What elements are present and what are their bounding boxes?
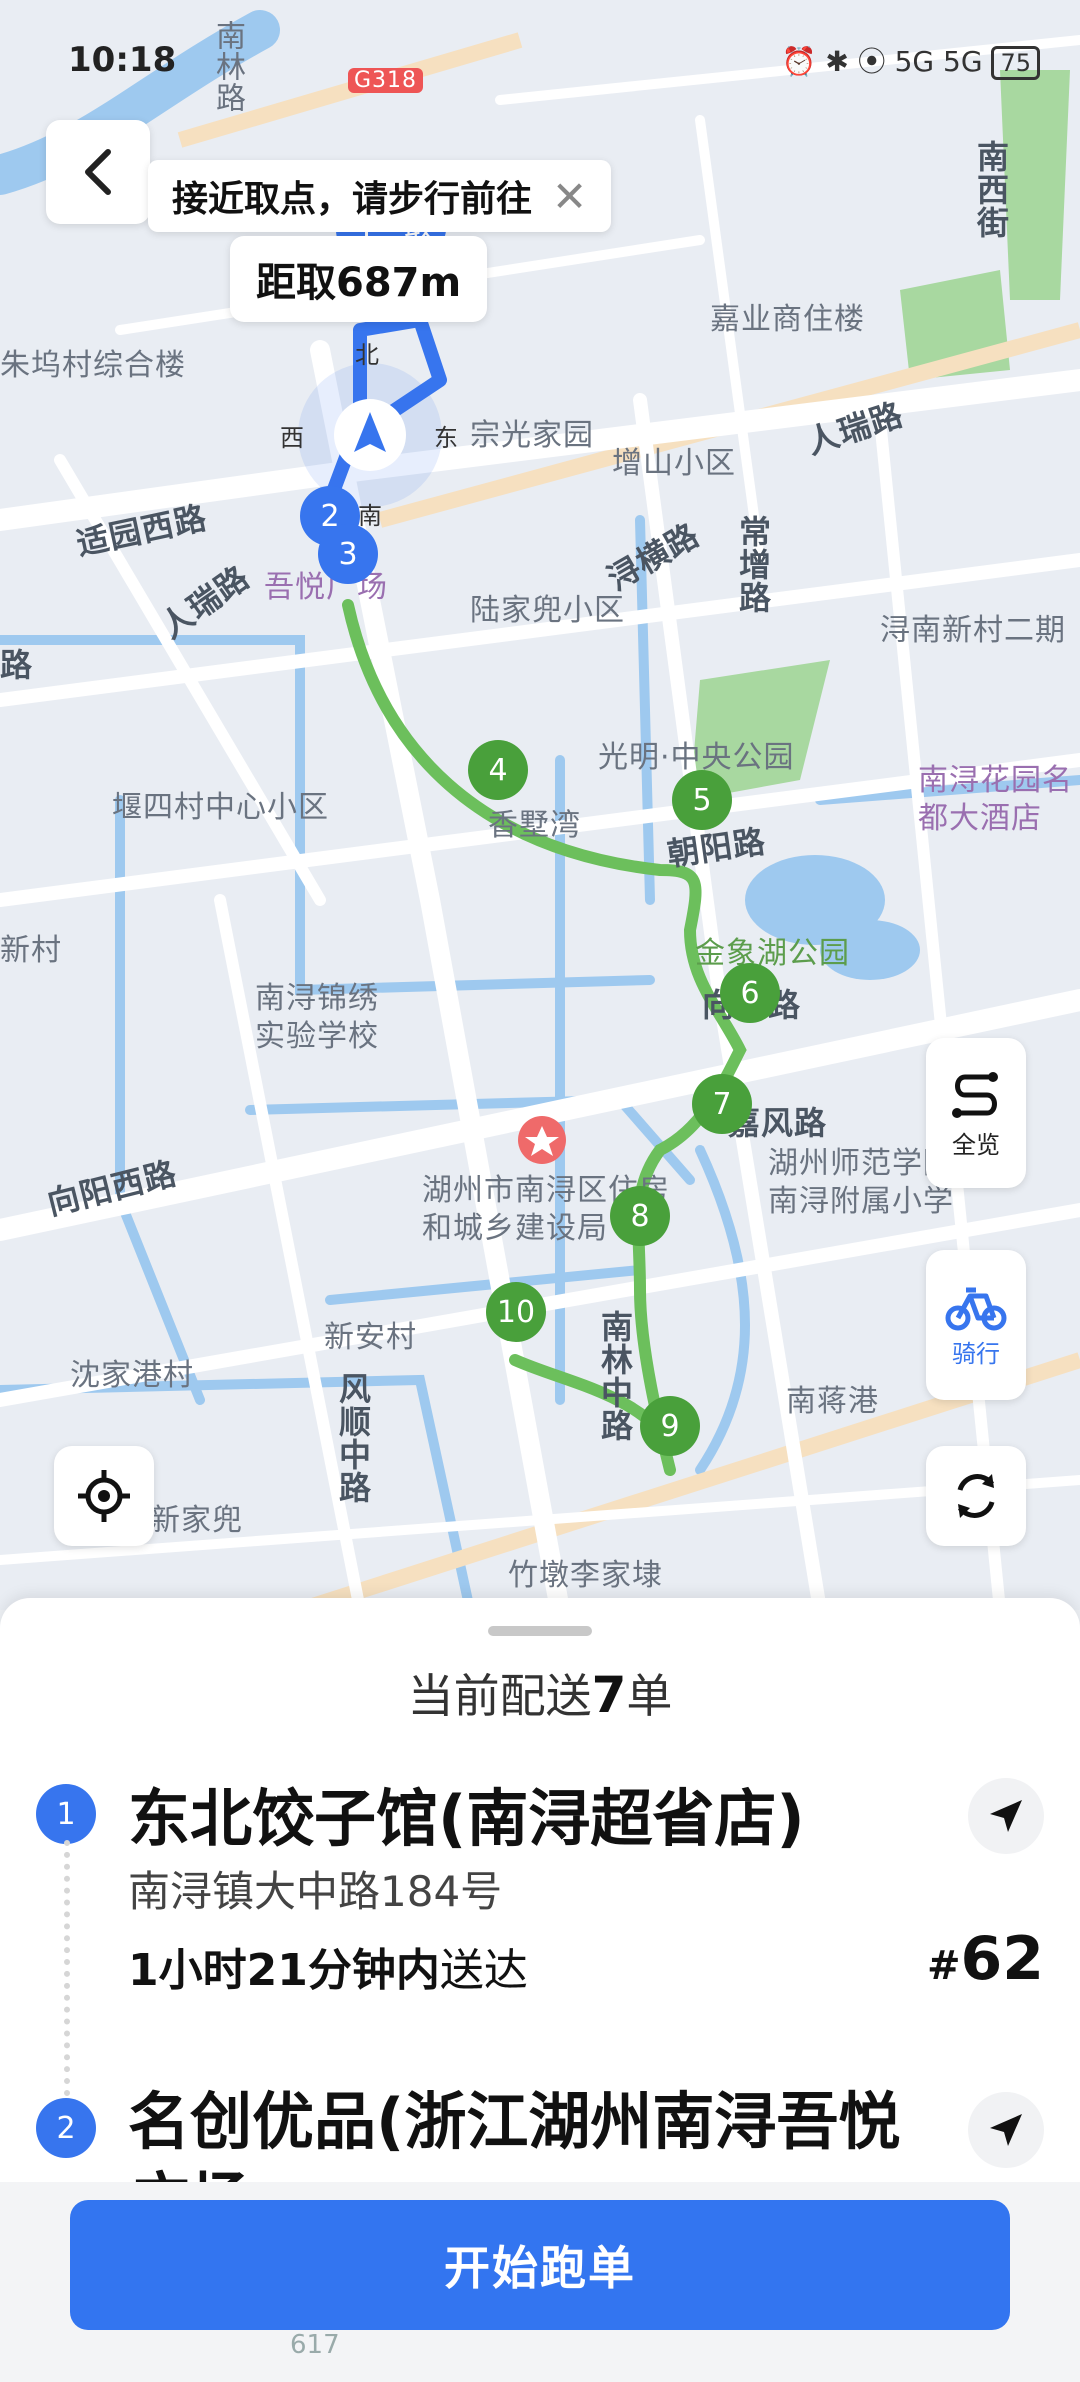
label-shenjiagang: 沈家港村 [70,1358,194,1393]
marker-10[interactable]: 10 [486,1282,546,1342]
label-nanxun-hotel: 南浔花园名都大酒店 [918,763,1073,836]
label-yansi: 堰四村中心小区 [112,790,329,825]
order-deadline: 1小时21分钟内送达 [128,1934,528,1998]
label-lu: 路 [0,646,34,684]
back-button[interactable] [46,120,150,224]
title-prefix: 当前配送 [407,1669,592,1723]
label-lujiadou: 陆家兜小区 [470,593,625,628]
compass-south: 南 [358,502,383,530]
ride-mode-button[interactable]: 骑行 [926,1250,1026,1400]
route-overview-icon [952,1071,998,1118]
label-zengshan: 增山小区 [612,446,736,481]
proximity-hint: 接近取点，请步行前往 ✕ [148,160,612,232]
refresh-icon [957,1474,995,1518]
overview-label: 全览 [952,1130,1000,1159]
sheet-title: 当前配送7单 [0,1660,1080,1726]
label-xinjiadou: 新家兜 [150,1503,243,1538]
label-xunnan-village: 浔南新村二期 [880,613,1066,648]
sheet-drag-handle[interactable] [488,1626,592,1636]
bluetooth-icon: ✱ [825,45,849,78]
location-icon: ⦿ [857,45,886,78]
overview-button[interactable]: 全览 [926,1038,1026,1188]
navigate-arrow-icon [990,1800,1022,1832]
label-zongguang: 宗光家园 [470,418,594,453]
bike-icon [945,1287,1007,1330]
status-time: 10:18 [68,40,177,80]
order-code: #62 [927,1924,1044,1994]
marker-3[interactable]: 3 [318,524,378,584]
title-count: 7 [591,1666,627,1724]
order-address: 南浔镇大中路184号 [128,1867,503,1916]
navigate-arrow-icon [990,2114,1022,2146]
status-bar: 10:18 ⏰ ✱ ⦿ 5G 5G 75 [0,0,1080,120]
hint-text: 接近取点，请步行前往 [172,179,533,220]
label-xiangshuwan: 香墅湾 [488,808,581,843]
status-icons: ⏰ ✱ ⦿ 5G 5G 75 [782,40,1040,80]
label-zhudun: 竹墩李家埭 [508,1558,663,1593]
label-jiayeshang: 嘉业商住楼 [710,302,865,337]
label-zhujiawu: 朱坞村综合楼 [0,348,186,383]
navigate-button[interactable] [968,1778,1044,1854]
locate-icon [78,1470,130,1522]
signal-icon: 5G 5G [894,45,983,78]
marker-4[interactable]: 4 [468,740,528,800]
navigate-button[interactable] [968,2092,1044,2168]
marker-5[interactable]: 5 [672,770,732,830]
marker-8[interactable]: 8 [610,1186,670,1246]
label-jinxianghu: 金象湖公园 [695,936,850,971]
code-hash: # [926,1943,961,1989]
alarm-icon: ⏰ [781,45,817,78]
refresh-button[interactable] [926,1446,1026,1546]
marker-7[interactable]: 7 [692,1074,752,1134]
distance-to-pickup: 距取687m [230,236,488,322]
label-xinan-village: 新安村 [324,1320,417,1355]
label-xincun: 新村 [0,933,62,968]
compass-north: 北 [355,341,380,369]
label-nanxi-street: 南西街 [972,140,1010,239]
title-suffix: 单 [626,1669,673,1723]
label-fengshun: 风顺中路 [334,1372,372,1504]
deadline-bold: 1小时21分钟内 [128,1945,440,1996]
start-delivery-button[interactable]: 开始跑单 [70,2200,1010,2330]
label-nanjiang: 南蒋港 [786,1384,879,1419]
timeline-connector [64,1840,70,2120]
order-number: 2 [36,2098,96,2158]
label-jinxiu-school: 南浔锦绣实验学校 [255,981,379,1054]
label-nanlin-mid: 南林中路 [596,1310,634,1442]
ghost-text: 617 [290,2330,340,2360]
code-value: 62 [960,1924,1045,1994]
compass-east: 东 [434,424,459,452]
locate-button[interactable] [54,1446,154,1546]
marker-6[interactable]: 6 [720,963,780,1023]
map-view[interactable]: 南林路 G318 朱坞村综合楼 适园西路 人瑞路 人瑞路 吾悦广场 宗光家园 增… [0,0,1080,1610]
marker-9[interactable]: 9 [640,1396,700,1456]
order-store-name: 东北饺子馆(南浔超省店) [128,1782,805,1855]
order-number: 1 [36,1784,96,1844]
ride-label: 骑行 [952,1339,1000,1368]
battery-icon: 75 [991,46,1040,80]
label-changzeng: 常增路 [734,515,772,614]
close-icon[interactable]: ✕ [552,172,587,221]
chevron-left-icon [85,149,111,195]
deadline-rest: 送达 [439,1945,528,1996]
compass-west: 西 [280,424,305,452]
